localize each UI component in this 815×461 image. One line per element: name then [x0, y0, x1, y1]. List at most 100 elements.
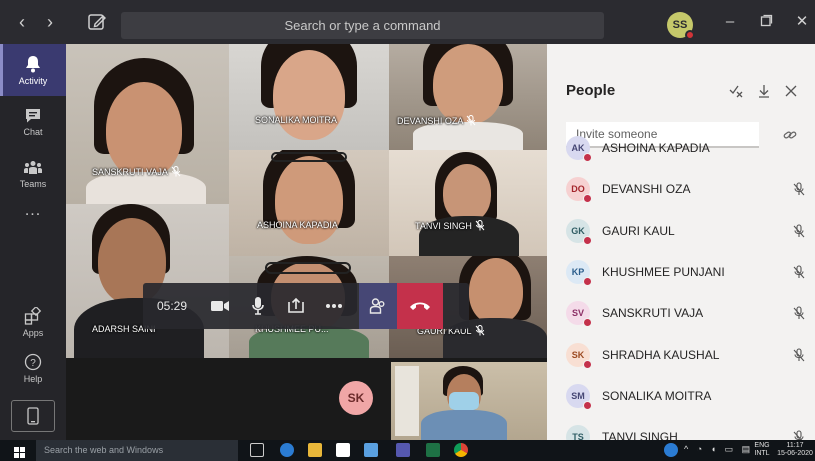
rail-item-label: Activity: [18, 75, 48, 86]
participants-icon: [369, 298, 385, 314]
busy-status-icon: [583, 318, 592, 328]
mic-muted-icon: [792, 430, 806, 440]
mic-muted-icon: [171, 166, 181, 177]
back-arrow-icon[interactable]: ‹: [8, 0, 36, 44]
help-icon: ?: [24, 353, 42, 370]
camera-icon: [211, 301, 229, 311]
participant-avatar: SV: [566, 301, 592, 328]
camera-button[interactable]: [201, 283, 239, 329]
rail-item-chat[interactable]: Chat: [0, 96, 66, 148]
show-participants-button[interactable]: [359, 283, 397, 329]
participant-name: SANSKRUTI VAJA: [602, 306, 704, 321]
participant-name-label: SANSKRUTI VAJA: [92, 166, 181, 177]
apps-icon: [24, 306, 42, 325]
participant-initials: SM: [571, 390, 585, 401]
participant-initials: SV: [571, 308, 584, 319]
participant-avatar: TS: [566, 425, 590, 440]
participant-initials: DO: [571, 184, 585, 195]
rail-item-activity[interactable]: Activity: [0, 44, 66, 96]
mic-muted-icon: [792, 347, 806, 362]
teams-window: ‹ › Search or type a command SS – ✕ Acti…: [0, 0, 815, 461]
participant-name: DEVANSHI OZA: [602, 182, 691, 197]
participant-row[interactable]: SK SHRADHA KAUSHAL: [566, 339, 806, 371]
participant-row[interactable]: SM SONALIKA MOITRA: [566, 380, 806, 412]
participant-row[interactable]: TS TANVI SINGH: [566, 421, 806, 440]
participant-avatar: KP: [566, 259, 592, 286]
user-avatar[interactable]: SS: [667, 12, 695, 40]
rail-item-help[interactable]: ? Help: [0, 342, 66, 394]
busy-status-icon: [583, 235, 592, 245]
microphone-button[interactable]: [239, 283, 277, 329]
rail-item-apps[interactable]: Apps: [0, 296, 66, 348]
busy-status-icon: [583, 359, 592, 369]
task-view-icon[interactable]: [250, 443, 264, 457]
more-apps-icon[interactable]: ...: [0, 202, 66, 220]
clock[interactable]: 11:17 15-06-2020: [776, 442, 814, 458]
participant-row[interactable]: KP KHUSHMEE PUNJANI: [566, 256, 806, 288]
hang-up-icon: [410, 302, 430, 310]
participant-name-label: DEVANSHI OZA: [397, 115, 476, 126]
hang-up-button[interactable]: [397, 283, 443, 329]
chrome-icon[interactable]: [454, 443, 468, 457]
share-screen-button[interactable]: [277, 283, 315, 329]
title-bar: ‹ › Search or type a command SS – ✕: [0, 0, 815, 44]
participant-row[interactable]: GK GAURI KAUL: [566, 215, 806, 247]
video-tile-tanvi-singh[interactable]: TANVI SINGH: [389, 150, 547, 256]
close-icon[interactable]: ✕: [794, 14, 810, 30]
participant-row[interactable]: AK ASHOINA KAPADIA: [566, 132, 806, 164]
minimize-icon[interactable]: –: [722, 14, 738, 30]
input-language-indicator[interactable]: ENG INTL: [752, 442, 772, 458]
system-tray-icons[interactable]: ^ ◔ ◖ ▭ ▤: [684, 444, 753, 455]
video-tile-sanskruti-vaja[interactable]: SANSKRUTI VAJA: [66, 44, 229, 204]
shield-app-icon[interactable]: [364, 443, 378, 457]
teams-icon: [24, 160, 42, 174]
participant-name-label: ASHOINA KAPADIA: [257, 220, 338, 230]
participant-name: KHUSHMEE PUNJANI: [602, 264, 725, 279]
mic-muted-icon: [792, 224, 806, 238]
self-preview-tile[interactable]: [391, 362, 547, 440]
participant-row[interactable]: SV SANSKRUTI VAJA: [566, 297, 806, 329]
taskbar-search-input[interactable]: Search the web and Windows: [36, 440, 238, 461]
mic-muted-icon: [466, 115, 476, 126]
forward-arrow-icon[interactable]: ›: [36, 0, 64, 44]
windows-start-icon[interactable]: [14, 445, 25, 461]
rail-item-teams[interactable]: Teams: [0, 148, 66, 200]
compose-icon[interactable]: [86, 11, 108, 33]
video-tile-sonalika-moitra[interactable]: SONALIKA MOITRA: [229, 44, 389, 150]
mic-muted-icon: [792, 265, 806, 279]
video-tile-adarsh-saini[interactable]: ADARSH SAINI: [66, 204, 229, 358]
participant-avatar: DO: [566, 177, 592, 204]
video-tile-ashoina-kapadia[interactable]: ASHOINA KAPADIA: [229, 150, 389, 256]
file-explorer-icon[interactable]: [308, 443, 322, 457]
participant-name: SHRADHA KAUSHAL: [602, 347, 720, 362]
participant-avatar: SK: [566, 342, 592, 369]
more-actions-button[interactable]: [315, 283, 353, 329]
busy-status-icon: [583, 153, 592, 162]
store-icon[interactable]: [336, 443, 350, 457]
video-tile-devanshi-oza[interactable]: DEVANSHI OZA: [389, 44, 547, 150]
rail-item-label: Chat: [23, 126, 43, 137]
teams-taskbar-icon[interactable]: [396, 443, 410, 457]
mic-muted-icon: [792, 182, 806, 196]
participant-initials: AK: [571, 143, 585, 153]
busy-status-icon: [583, 276, 592, 286]
device-icon[interactable]: [11, 400, 55, 432]
participant-name-label: SONALIKA MOITRA: [255, 115, 338, 125]
mic-muted-icon: [792, 306, 806, 320]
command-search-input[interactable]: Search or type a command: [121, 12, 604, 39]
maximize-icon[interactable]: [758, 14, 774, 30]
notification-app-icon[interactable]: [664, 443, 678, 457]
participant-avatar: AK: [566, 136, 592, 162]
busy-status-icon: [583, 400, 592, 410]
close-panel-icon[interactable]: [784, 84, 798, 98]
excel-icon[interactable]: [426, 443, 440, 457]
participant-initials: SK: [571, 349, 585, 360]
participant-row[interactable]: DO DEVANSHI OZA: [566, 173, 806, 205]
self-avatar: SK: [339, 381, 373, 415]
people-panel-title: People: [566, 82, 616, 99]
download-attendance-icon[interactable]: [757, 84, 771, 98]
microphone-icon: [252, 297, 264, 315]
browser-icon[interactable]: [280, 443, 294, 457]
participant-avatar: SM: [566, 383, 592, 410]
mute-all-icon[interactable]: [729, 84, 743, 98]
